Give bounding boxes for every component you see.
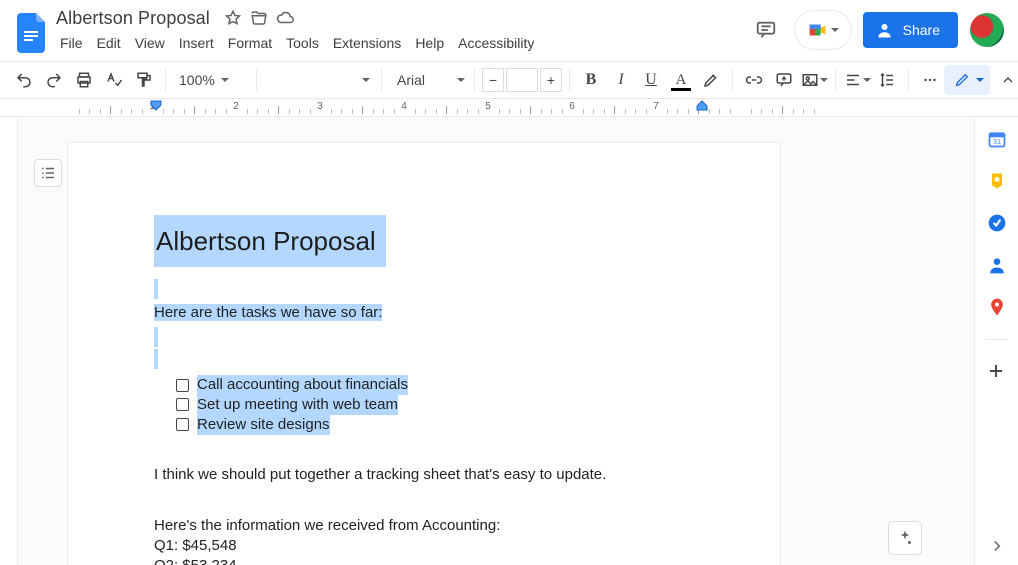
svg-text:31: 31 <box>992 137 1000 146</box>
paint-format-button[interactable] <box>130 66 158 94</box>
checkbox-icon[interactable] <box>176 418 189 431</box>
decrease-font-button[interactable]: − <box>482 68 504 92</box>
quarter-row[interactable]: Q2: $53,234 <box>154 556 780 565</box>
right-indent-marker[interactable] <box>696 100 708 114</box>
font-name: Arial <box>397 72 425 88</box>
checkbox-icon[interactable] <box>176 379 189 392</box>
document-title[interactable]: Albertson Proposal <box>50 8 216 29</box>
checklist-text[interactable]: Call accounting about financials <box>197 375 408 395</box>
collapse-toolbar-button[interactable] <box>994 66 1018 94</box>
workspace: Albertson Proposal Here are the tasks we… <box>0 117 1018 565</box>
outline-toggle-button[interactable] <box>34 159 62 187</box>
chevron-down-icon <box>362 78 370 82</box>
side-panel: 31 <box>974 117 1018 565</box>
side-panel-divider <box>986 339 1008 340</box>
highlight-button[interactable] <box>697 66 725 94</box>
chevron-down-icon <box>831 28 839 32</box>
vertical-ruler[interactable] <box>0 117 18 565</box>
title-column: Albertson Proposal File Edit View Insert… <box>50 7 749 54</box>
editing-mode-chip[interactable] <box>944 65 990 95</box>
checklist-item[interactable]: Set up meeting with web team <box>154 395 780 415</box>
chevron-down-icon <box>976 78 984 82</box>
toolbar: 100% Arial − + B I U A <box>0 61 1018 99</box>
star-icon[interactable] <box>222 7 244 29</box>
align-button[interactable] <box>843 66 871 94</box>
font-size-group: − + <box>482 68 562 92</box>
menu-insert[interactable]: Insert <box>173 32 220 54</box>
move-icon[interactable] <box>248 7 270 29</box>
bold-button[interactable]: B <box>577 66 605 94</box>
account-avatar[interactable] <box>970 13 1004 47</box>
explore-button[interactable] <box>888 521 922 555</box>
menu-tools[interactable]: Tools <box>280 32 325 54</box>
hide-sidepanel-button[interactable] <box>988 537 1006 555</box>
font-dropdown[interactable]: Arial <box>389 72 467 88</box>
share-button[interactable]: Share <box>863 12 958 48</box>
increase-font-button[interactable]: + <box>540 68 562 92</box>
addons-icon[interactable] <box>987 362 1007 382</box>
contacts-icon[interactable] <box>987 255 1007 275</box>
paragraph-style-dropdown[interactable] <box>264 78 374 82</box>
accounting-intro[interactable]: Here's the information we received from … <box>154 516 780 536</box>
docs-logo-icon[interactable] <box>14 9 50 57</box>
document-content[interactable]: Albertson Proposal Here are the tasks we… <box>68 143 780 565</box>
menu-format[interactable]: Format <box>222 32 278 54</box>
spellcheck-button[interactable] <box>100 66 128 94</box>
comments-icon[interactable] <box>749 13 783 47</box>
print-button[interactable] <box>70 66 98 94</box>
keep-icon[interactable] <box>987 171 1007 191</box>
document-page[interactable]: Albertson Proposal Here are the tasks we… <box>68 143 780 565</box>
chevron-down-icon <box>221 78 229 82</box>
menu-bar: File Edit View Insert Format Tools Exten… <box>50 30 749 54</box>
title-icon-row <box>222 7 296 30</box>
checklist-text[interactable]: Set up meeting with web team <box>197 395 398 415</box>
person-icon <box>877 21 895 39</box>
insert-link-button[interactable] <box>740 66 768 94</box>
menu-help[interactable]: Help <box>409 32 450 54</box>
menu-extensions[interactable]: Extensions <box>327 32 407 54</box>
pencil-icon <box>954 72 970 88</box>
underline-button[interactable]: U <box>637 66 665 94</box>
chevron-down-icon <box>863 78 871 82</box>
chevron-down-icon <box>457 78 465 82</box>
tasks-intro[interactable]: Here are the tasks we have so far: <box>154 304 382 321</box>
title-bar: Albertson Proposal File Edit View Insert… <box>0 0 1018 57</box>
italic-button[interactable]: I <box>607 66 635 94</box>
undo-button[interactable] <box>10 66 38 94</box>
calendar-icon[interactable]: 31 <box>987 129 1007 149</box>
menu-edit[interactable]: Edit <box>91 32 127 54</box>
more-toolbar-button[interactable] <box>916 66 944 94</box>
cloud-saved-icon[interactable] <box>274 7 296 29</box>
maps-icon[interactable] <box>987 297 1007 317</box>
meet-button[interactable] <box>795 11 851 49</box>
checklist-item[interactable]: Review site designs <box>154 415 780 435</box>
quarter-row[interactable]: Q1: $45,548 <box>154 536 780 556</box>
share-label: Share <box>903 22 940 38</box>
zoom-dropdown[interactable]: 100% <box>173 72 249 88</box>
redo-button[interactable] <box>40 66 68 94</box>
chevron-down-icon <box>820 78 828 82</box>
menu-accessibility[interactable]: Accessibility <box>452 32 540 54</box>
line-spacing-button[interactable] <box>873 66 901 94</box>
add-comment-button[interactable] <box>770 66 798 94</box>
tracking-paragraph[interactable]: I think we should put together a trackin… <box>154 465 780 485</box>
canvas-area: Albertson Proposal Here are the tasks we… <box>18 117 974 565</box>
menu-view[interactable]: View <box>129 32 171 54</box>
font-size-field[interactable] <box>506 68 538 92</box>
checklist-item[interactable]: Call accounting about financials <box>154 375 780 395</box>
checkbox-icon[interactable] <box>176 398 189 411</box>
horizontal-ruler[interactable]: 1234567 <box>0 99 1018 117</box>
zoom-value: 100% <box>179 72 215 88</box>
text-color-button[interactable]: A <box>667 66 695 94</box>
tasks-icon[interactable] <box>987 213 1007 233</box>
insert-image-button[interactable] <box>800 66 828 94</box>
menu-file[interactable]: File <box>54 32 89 54</box>
titlebar-right: Share <box>749 7 1004 49</box>
left-indent-marker[interactable] <box>150 100 162 114</box>
doc-heading[interactable]: Albertson Proposal <box>156 226 376 256</box>
checklist-text[interactable]: Review site designs <box>197 415 330 435</box>
